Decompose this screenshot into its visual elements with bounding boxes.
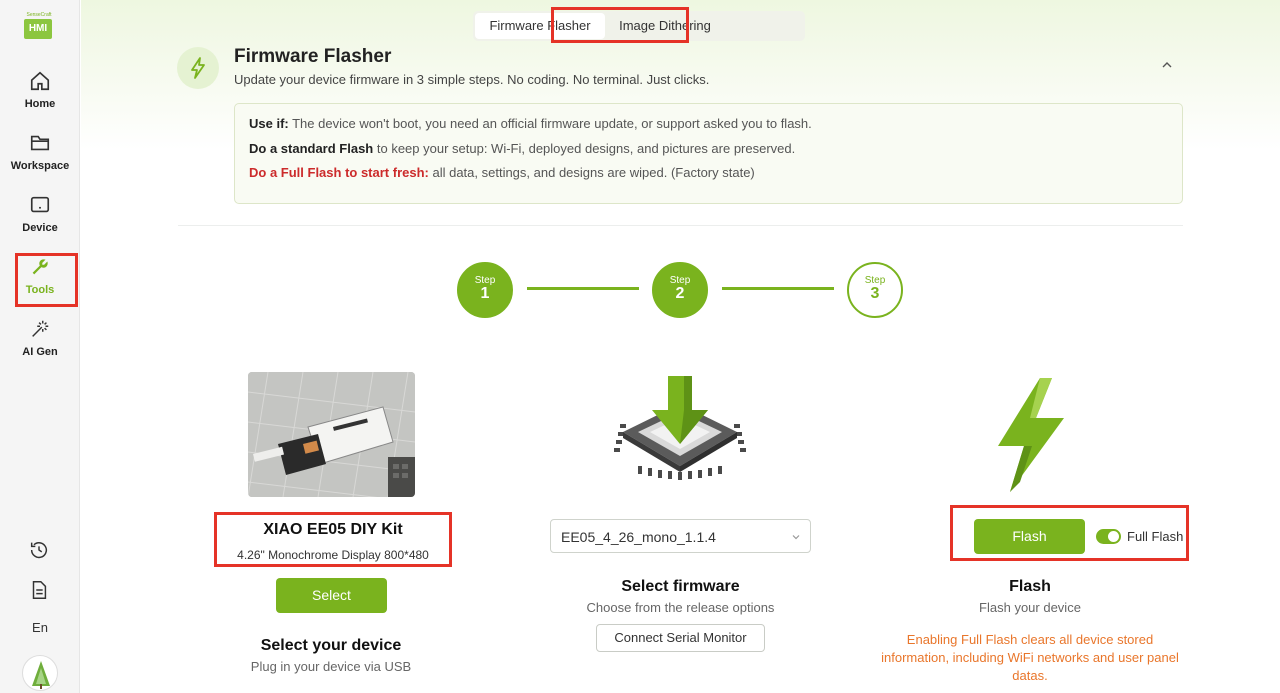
logo-badge: HMI (24, 19, 52, 39)
use-if-text: The device won't boot, you need an offic… (288, 116, 812, 131)
sidebar-item-label: Device (22, 222, 58, 234)
bolt-icon (191, 57, 205, 79)
step-connector (722, 287, 834, 290)
chevron-down-icon (792, 535, 800, 540)
flash-step-title: Flash (1009, 578, 1051, 595)
step-number: 3 (870, 285, 880, 302)
magic-wand-icon (32, 320, 49, 337)
firmware-step-title: Select firmware (621, 578, 740, 595)
logo-brand: SenseCraft (26, 12, 52, 18)
select-device-button[interactable]: Select (276, 578, 387, 613)
tree-logo[interactable] (22, 655, 58, 691)
device-icon (30, 196, 50, 213)
flash-step-subtitle: Flash your device (979, 600, 1081, 615)
flash-highlight (950, 505, 1189, 561)
sidebar-item-workspace[interactable]: Workspace (0, 132, 80, 172)
page-subtitle: Update your device firmware in 3 simple … (234, 72, 710, 87)
connect-serial-monitor-button[interactable]: Connect Serial Monitor (596, 624, 765, 652)
info-box: Use if: The device won't boot, you need … (234, 103, 1183, 204)
firmware-select-value: EE05_4_26_mono_1.1.4 (561, 529, 716, 545)
page-title: Firmware Flasher (234, 46, 392, 67)
step-3: Step 3 (847, 262, 903, 318)
device-step-title: Select your device (260, 637, 402, 654)
home-icon (30, 71, 50, 91)
divider (178, 225, 1183, 226)
step-1: Step 1 (457, 262, 513, 318)
full-flash-text: all data, settings, and designs are wipe… (428, 165, 755, 180)
full-flash-warning: Enabling Full Flash clears all device st… (881, 632, 1179, 683)
firmware-step-subtitle: Choose from the release options (586, 600, 775, 615)
standard-flash-text: to keep your setup: Wi-Fi, deployed desi… (373, 140, 796, 156)
firmware-select[interactable]: EE05_4_26_mono_1.1.4 (550, 519, 811, 553)
tree-icon (32, 661, 50, 689)
use-if-label: Use if: (249, 116, 289, 131)
standard-flash-label: Do a standard Flash (249, 140, 374, 156)
history-icon[interactable] (28, 539, 50, 561)
sidebar-item-ai-gen[interactable]: AI Gen (0, 318, 80, 358)
step-2: Step 2 (652, 262, 708, 318)
step-connector (527, 287, 639, 290)
device-highlight (214, 512, 452, 567)
sidebar: SenseCraft HMI Home Workspace Device Too… (0, 0, 80, 693)
sidebar-item-label: Home (24, 98, 56, 110)
app-logo[interactable]: SenseCraft HMI (24, 12, 54, 40)
flash-header-badge (177, 47, 219, 89)
lightning-bolt-icon (998, 378, 1064, 492)
folder-icon (30, 135, 50, 151)
document-icon[interactable] (28, 579, 50, 601)
step-number: 1 (480, 285, 490, 302)
tab-highlight (551, 7, 689, 43)
language-switch[interactable]: En (0, 620, 80, 635)
device-photo-illustration (248, 372, 415, 497)
step-number: 2 (675, 285, 685, 302)
sidebar-item-label: AI Gen (22, 346, 58, 358)
device-step-subtitle: Plug in your device via USB (250, 659, 412, 674)
firmware-download-icon (614, 376, 746, 480)
full-flash-label: Do a Full Flash to start fresh: (249, 165, 429, 180)
sidebar-item-home[interactable]: Home (0, 70, 80, 110)
tools-highlight (15, 253, 78, 307)
device-image (248, 372, 415, 497)
sidebar-item-label: Workspace (10, 160, 70, 172)
sidebar-item-device[interactable]: Device (0, 194, 80, 234)
chevron-up-icon[interactable] (1160, 58, 1174, 72)
